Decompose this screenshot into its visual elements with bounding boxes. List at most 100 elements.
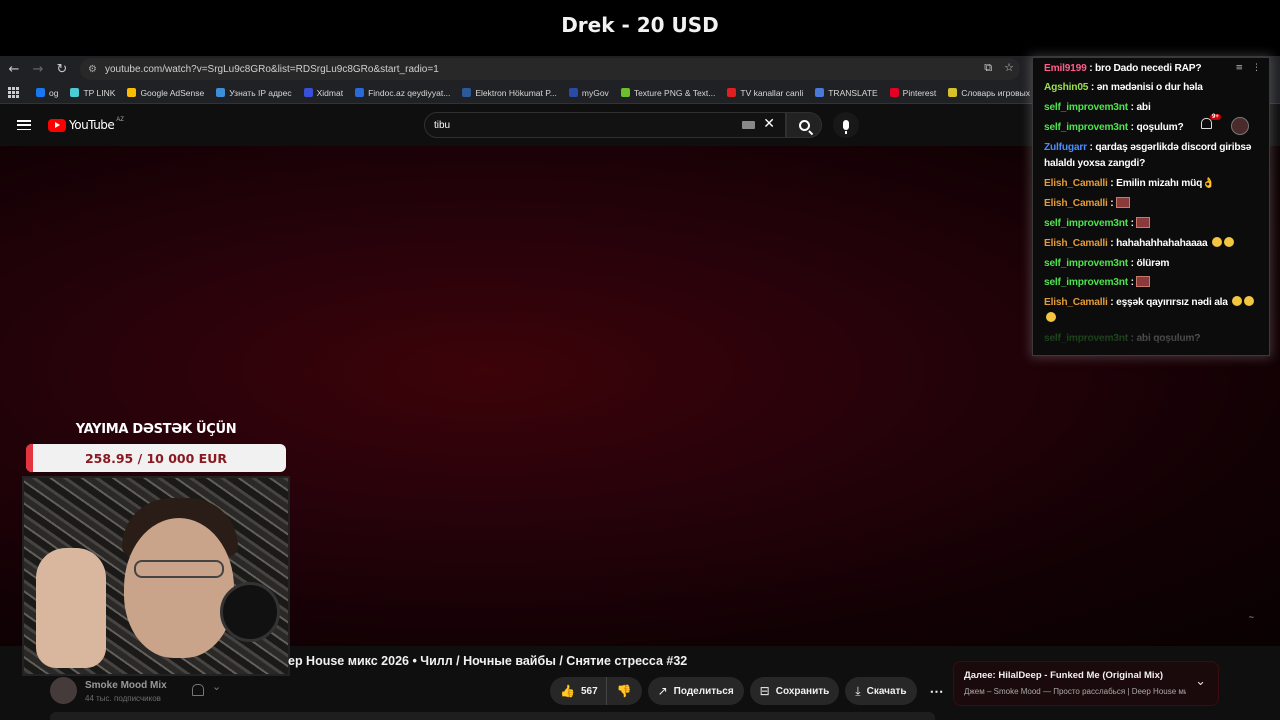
install-app-icon[interactable]: ⧉ <box>984 61 992 75</box>
bookmark-item[interactable]: TV kanallar canli <box>727 88 803 98</box>
laughing-emoji-icon <box>1212 237 1223 247</box>
bookmark-label: Texture PNG & Text... <box>633 87 716 98</box>
up-next-card[interactable]: Далее: HilalDeep - Funked Me (Original M… <box>953 661 1219 706</box>
account-avatar[interactable] <box>1231 117 1249 135</box>
chat-message: Zulfugarr : qardaş əsgərlikdə discord gi… <box>1044 140 1266 172</box>
reload-icon[interactable]: ↻ <box>50 62 74 77</box>
chat-username[interactable]: self_improvem3nt <box>1044 218 1128 229</box>
search-query: tibu <box>434 119 451 131</box>
bookmark-favicon-icon <box>568 88 578 97</box>
donation-progress-text: 258.95 / 10 000 EUR <box>84 450 227 466</box>
chat-username[interactable]: Agshin05 <box>1044 82 1088 93</box>
up-next-subtitle: Джем – Smoke Mood — Просто расслабься | … <box>964 687 1186 696</box>
youtube-logo[interactable]: YouTube AZ <box>48 117 124 132</box>
chat-message: Elish_Camalli : Emilin mizahı müq👌 <box>1044 176 1266 192</box>
bookmark-item[interactable]: Elektron Hökumat P... <box>462 88 557 98</box>
chat-username[interactable]: Zulfugarr <box>1044 142 1087 153</box>
bookmark-label: Google AdSense <box>140 87 205 98</box>
chat-message: self_improvem3nt : ölürəm <box>1044 256 1266 272</box>
forward-icon[interactable]: → <box>26 62 50 77</box>
url-text: youtube.com/watch?v=SrgLu9c8GRo&list=RDS… <box>104 63 439 75</box>
subscription-chevron-icon[interactable]: ⌄ <box>212 680 221 693</box>
site-info-icon[interactable]: ⚙ <box>88 64 97 75</box>
bookmark-label: og <box>49 87 59 98</box>
bookmark-item[interactable]: og <box>36 88 58 98</box>
clear-search-icon[interactable]: ✕ <box>763 116 775 132</box>
chat-message: Elish_Camalli : hahahahhahahaaaa <box>1044 236 1266 252</box>
laughing-emoji-icon <box>1232 296 1243 306</box>
bookmark-label: Узнать IP адрес <box>229 87 292 98</box>
chat-username[interactable]: Elish_Camalli <box>1044 198 1108 209</box>
kebab-icon[interactable]: ⋮ <box>1252 63 1261 73</box>
bookmark-favicon-icon <box>948 88 958 97</box>
description-panel-edge <box>50 712 935 720</box>
queue-icon[interactable]: ≡ <box>1235 63 1243 73</box>
bookmark-item[interactable]: Узнать IP адрес <box>216 87 292 98</box>
youtube-play-icon <box>48 118 66 132</box>
address-bar[interactable]: ⚙ youtube.com/watch?v=SrgLu9c8GRo&list=R… <box>80 58 1020 80</box>
stream-overlay-title: Drek - 20 USD <box>0 0 1280 50</box>
notifications-bell-icon[interactable]: 9+ <box>1201 114 1221 132</box>
donation-label: YAYIMA DƏSTƏK ÜÇÜN <box>75 422 237 437</box>
chat-username[interactable]: self_improvem3nt <box>1044 102 1128 113</box>
bookmark-item[interactable]: Словарь игровых т... <box>948 88 1042 98</box>
bookmark-item[interactable]: Texture PNG & Text... <box>620 87 716 98</box>
bookmark-favicon-icon <box>36 88 45 97</box>
apps-grid-icon[interactable] <box>8 86 20 99</box>
download-button[interactable]: ⤓ Скачать <box>845 677 917 705</box>
dislike-button[interactable]: 👎 <box>605 677 642 705</box>
chat-username[interactable]: self_improvem3nt <box>1044 258 1128 269</box>
bookmark-label: Findoc.az qeydiyyat... <box>368 87 451 98</box>
chat-text: : qoşulum? <box>1128 122 1184 133</box>
share-icon: ↗ <box>657 684 668 698</box>
donation-progress-bar: 258.95 / 10 000 EUR <box>26 444 286 472</box>
chat-message: Agshin05 : ən mədənisi o dur həla <box>1044 80 1266 96</box>
chat-username[interactable]: Elish_Camalli <box>1044 297 1108 308</box>
bookmark-favicon-icon <box>889 88 899 97</box>
like-button[interactable]: 👍 567 <box>550 677 606 705</box>
share-button[interactable]: ↗ Поделиться <box>647 677 744 705</box>
chat-message: Elish_Camalli : eşşək qayırırsız nədi al… <box>1044 295 1266 327</box>
chat-message: self_improvem3nt : abi <box>1044 100 1266 116</box>
laughing-emoji-icon <box>1046 312 1056 322</box>
bookmark-item[interactable]: TRANSLATE <box>815 88 878 98</box>
bookmark-star-icon[interactable]: ☆ <box>1004 61 1014 75</box>
bookmark-item[interactable]: TP LINK <box>70 88 115 98</box>
channel-name[interactable]: Smoke Mood Mix <box>85 680 167 691</box>
download-icon: ⤓ <box>855 683 861 698</box>
bookmark-item[interactable]: Findoc.az qeydiyyat... <box>355 88 450 98</box>
channel-subscribers: 44 тыс. подписчиков <box>85 694 161 703</box>
chat-username[interactable]: Elish_Camalli <box>1044 238 1108 249</box>
up-next-title: Далее: HilalDeep - Funked Me (Original M… <box>964 670 1164 681</box>
chat-text: : Emilin mizahı müq👌 <box>1107 178 1215 189</box>
search-button[interactable] <box>786 112 822 138</box>
video-title: ep House микс 2026 • Чилл / Ночные вайбы… <box>288 654 688 668</box>
bookmark-label: Словарь игровых т... <box>961 87 1043 98</box>
subscription-bell-icon[interactable] <box>192 684 204 696</box>
menu-icon[interactable] <box>17 120 31 130</box>
more-actions-icon[interactable]: ⋯ <box>923 677 951 705</box>
keyboard-icon[interactable] <box>742 121 755 129</box>
chat-text: : hahahahhahahaaaa <box>1107 238 1211 249</box>
chat-message: self_improvem3nt : <box>1044 216 1266 232</box>
bookmark-item[interactable]: Xidmat <box>303 88 343 98</box>
chat-text: : <box>1128 218 1137 229</box>
back-icon[interactable]: ← <box>2 62 26 77</box>
bookmark-favicon-icon <box>620 88 630 97</box>
webcam-overlay <box>22 476 290 676</box>
chat-username[interactable]: Emil9199 <box>1044 63 1087 74</box>
channel-avatar[interactable] <box>50 677 77 704</box>
expand-chevron-icon[interactable]: ⌄ <box>1195 674 1206 689</box>
chat-message: self_improvem3nt : <box>1044 275 1266 291</box>
chat-text: : <box>1128 277 1137 288</box>
save-button[interactable]: ⊟ Сохранить <box>749 677 840 705</box>
voice-search-button[interactable] <box>833 112 859 138</box>
chat-username[interactable]: Elish_Camalli <box>1044 178 1108 189</box>
bookmark-label: TV kanallar canli <box>740 87 804 98</box>
bookmark-item[interactable]: Pinterest <box>889 88 936 98</box>
search-input[interactable]: tibu ✕ <box>424 112 786 138</box>
chat-username[interactable]: self_improvem3nt <box>1044 277 1128 288</box>
chat-username[interactable]: self_improvem3nt <box>1044 122 1128 133</box>
bookmark-item[interactable]: Google AdSense <box>127 88 204 98</box>
bookmark-item[interactable]: myGov <box>568 88 609 98</box>
